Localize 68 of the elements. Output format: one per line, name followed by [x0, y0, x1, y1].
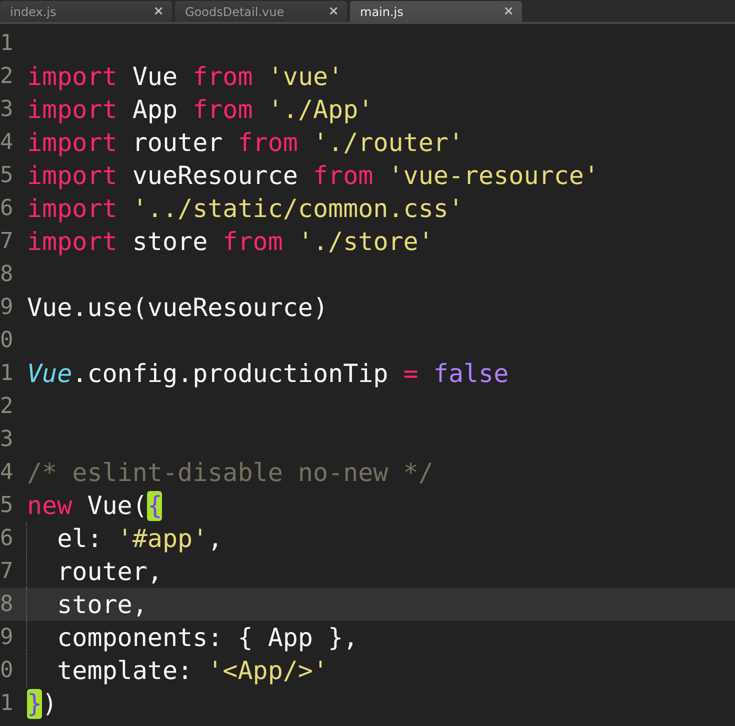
line-number: 1 [0, 690, 14, 718]
string-token: 'vue-resource' [388, 160, 599, 190]
keyword-token: from [238, 128, 299, 158]
code-text: App [131, 94, 179, 124]
string-token: 'vue' [268, 62, 344, 92]
string-token: '../static/common.css' [132, 194, 464, 224]
line-number: 6 [0, 525, 14, 553]
line-number: 9 [0, 624, 14, 652]
line-number: 3 [0, 96, 14, 124]
keyword-token: from [222, 226, 284, 256]
code-text: ) [42, 688, 58, 718]
keyword-token: from [192, 62, 254, 92]
code-text: store [131, 226, 209, 256]
keyword-token: import [27, 128, 118, 158]
line-number: 9 [0, 294, 14, 322]
code-text: el: [56, 524, 104, 554]
code-text: router [131, 128, 224, 158]
keyword-token: = [403, 358, 420, 388]
keyword-token: import [27, 194, 118, 224]
line-number: 4 [0, 129, 14, 157]
keyword-token: from [192, 94, 254, 124]
file-tab[interactable]: main.js × [350, 1, 522, 22]
line-number: 4 [0, 459, 14, 487]
code-text: router, [56, 556, 162, 586]
string-token: './store' [298, 226, 434, 256]
line-number: 6 [0, 195, 14, 223]
code-text: .config.productionTip [72, 358, 390, 388]
line-number: 7 [0, 228, 14, 256]
keyword-token: from [312, 160, 374, 190]
keyword-token: new [27, 490, 72, 520]
line-number: 2 [0, 393, 14, 421]
close-icon[interactable]: × [328, 4, 339, 19]
line-number: 0 [0, 327, 14, 355]
file-tab[interactable]: GoodsDetail.vue × [175, 1, 347, 22]
line-number: 1 [0, 360, 14, 388]
code-comment: /* eslint-disable no-new */ [27, 458, 434, 488]
line-number: 8 [0, 261, 14, 289]
line-number: 2 [0, 63, 14, 91]
code-text: Vue.use(vueResource) [27, 292, 328, 322]
class-token: Vue [27, 358, 72, 388]
line-number: 5 [0, 492, 14, 520]
code-text: , [208, 524, 223, 554]
line-number: 0 [0, 657, 14, 685]
string-token: '#app' [117, 524, 208, 554]
keyword-token: import [27, 226, 118, 256]
close-icon[interactable]: × [503, 4, 514, 19]
code-text: store, [56, 590, 148, 620]
string-token: '<App/>' [208, 656, 328, 686]
line-number: 3 [0, 426, 14, 454]
matched-bracket: } [27, 688, 42, 718]
matched-bracket: { [147, 490, 162, 520]
code-text: template: [56, 656, 194, 686]
constant-token: false [433, 358, 509, 388]
code-text: Vue [131, 62, 179, 92]
string-token: './router' [313, 128, 464, 158]
line-number: 8 [0, 591, 14, 619]
line-number: 5 [0, 162, 14, 190]
file-tab[interactable]: index.js × [0, 1, 172, 22]
line-number: 7 [0, 558, 14, 586]
keyword-token: import [27, 94, 118, 124]
code-text: Vue( [86, 490, 148, 520]
keyword-token: import [27, 160, 118, 190]
keyword-token: import [27, 62, 118, 92]
string-token: './App' [268, 94, 374, 124]
code-text: components: { App }, [56, 622, 358, 652]
close-icon[interactable]: × [153, 4, 164, 19]
line-number: 1 [0, 30, 14, 58]
code-text: vueResource [131, 160, 299, 190]
